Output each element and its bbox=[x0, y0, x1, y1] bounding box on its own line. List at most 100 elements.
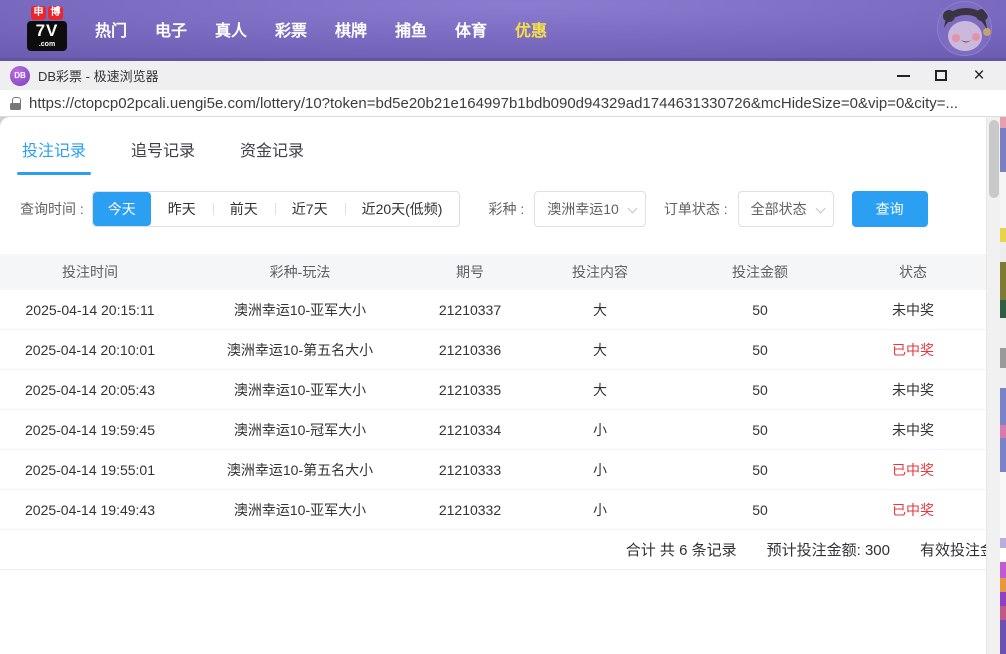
game-play: 澳洲幸运10-第五名大小 bbox=[180, 340, 420, 360]
issue: 21210333 bbox=[420, 462, 520, 478]
record-tabs: 投注记录 追号记录 资金记录 bbox=[0, 117, 986, 175]
chevron-down-icon bbox=[815, 204, 825, 214]
search-button[interactable]: 查询 bbox=[852, 191, 928, 227]
bet-amount: 50 bbox=[680, 382, 840, 398]
bet-content: 小 bbox=[520, 460, 680, 480]
game-play: 澳洲幸运10-冠军大小 bbox=[180, 420, 420, 440]
tab-bet-records[interactable]: 投注记录 bbox=[22, 137, 86, 175]
issue: 21210334 bbox=[420, 422, 520, 438]
nav-item-sports[interactable]: 体育 bbox=[455, 17, 487, 41]
nav-item-fishing[interactable]: 捕鱼 bbox=[395, 17, 427, 41]
bet-content: 大 bbox=[520, 340, 680, 360]
bet-amount: 50 bbox=[680, 422, 840, 438]
bet-content: 小 bbox=[520, 420, 680, 440]
browser-title-bar: DB DB彩票 - 极速浏览器 × bbox=[0, 58, 1006, 90]
minimize-icon bbox=[897, 75, 910, 77]
logo-badge-right: 博 bbox=[48, 6, 63, 20]
query-time-label: 查询时间 : bbox=[20, 199, 84, 219]
close-icon: × bbox=[973, 66, 984, 85]
casino-nav-bar: 申 博 7V .com 热门 电子 真人 彩票 棋牌 捕鱼 体育 优惠 bbox=[0, 0, 1006, 58]
valid-amount-text: 有效投注金额 bbox=[920, 539, 986, 560]
window-title: DB彩票 - 极速浏览器 bbox=[38, 66, 159, 85]
minimize-button[interactable] bbox=[884, 61, 922, 90]
table-row: 2025-04-14 19:49:43 澳洲幸运10-亚军大小 21210332… bbox=[0, 490, 986, 530]
maximize-icon bbox=[935, 70, 947, 81]
game-play: 澳洲幸运10-亚军大小 bbox=[180, 500, 420, 520]
tab-fund-records[interactable]: 资金记录 bbox=[240, 137, 304, 175]
user-avatar[interactable] bbox=[937, 1, 992, 56]
bet-time: 2025-04-14 20:05:43 bbox=[0, 382, 180, 398]
header-issue: 期号 bbox=[420, 262, 520, 282]
content-card: 投注记录 追号记录 资金记录 查询时间 : 今天 昨天 前天 近7天 近20天(… bbox=[0, 117, 986, 654]
header-bet-content: 投注内容 bbox=[520, 262, 680, 282]
lottery-type-select[interactable]: 澳洲幸运10 bbox=[534, 191, 646, 227]
browser-favicon: DB bbox=[10, 66, 30, 86]
time-option-today[interactable]: 今天 bbox=[93, 192, 151, 226]
total-records-text: 合计 共 6 条记录 bbox=[626, 539, 737, 560]
header-status: 状态 bbox=[840, 262, 986, 282]
status-badge: 已中奖 bbox=[840, 500, 986, 520]
game-play: 澳洲幸运10-亚军大小 bbox=[180, 300, 420, 320]
address-bar[interactable]: https://ctopcp02pcali.uengi5e.com/lotter… bbox=[0, 90, 1006, 117]
status-badge: 未中奖 bbox=[840, 300, 986, 320]
bet-time: 2025-04-14 19:55:01 bbox=[0, 462, 180, 478]
maximize-button[interactable] bbox=[922, 61, 960, 90]
bet-content: 小 bbox=[520, 500, 680, 520]
time-option-daybefore[interactable]: 前天 bbox=[213, 192, 275, 226]
time-option-yesterday[interactable]: 昨天 bbox=[151, 192, 213, 226]
expected-amount-text: 预计投注金额: 300 bbox=[767, 539, 890, 560]
lock-icon[interactable] bbox=[10, 97, 21, 110]
avatar-illustration bbox=[938, 2, 992, 56]
url-text[interactable]: https://ctopcp02pcali.uengi5e.com/lotter… bbox=[29, 95, 996, 112]
bet-time: 2025-04-14 20:15:11 bbox=[0, 302, 180, 318]
bet-content: 大 bbox=[520, 300, 680, 320]
bet-amount: 50 bbox=[680, 502, 840, 518]
filter-bar: 查询时间 : 今天 昨天 前天 近7天 近20天(低频) 彩种 : 澳洲幸运10… bbox=[0, 191, 986, 227]
scrollbar-thumb[interactable] bbox=[989, 120, 999, 198]
logo-badge-left: 申 bbox=[31, 6, 46, 20]
status-badge: 已中奖 bbox=[840, 460, 986, 480]
site-logo[interactable]: 申 博 7V .com bbox=[27, 6, 67, 51]
bet-time: 2025-04-14 20:10:01 bbox=[0, 342, 180, 358]
time-range-group: 今天 昨天 前天 近7天 近20天(低频) bbox=[92, 191, 461, 227]
clipped-side-widget bbox=[1000, 117, 1006, 654]
bet-amount: 50 bbox=[680, 302, 840, 318]
status-badge: 未中奖 bbox=[840, 420, 986, 440]
table-row: 2025-04-14 19:59:45 澳洲幸运10-冠军大小 21210334… bbox=[0, 410, 986, 450]
issue: 21210336 bbox=[420, 342, 520, 358]
game-play: 澳洲幸运10-第五名大小 bbox=[180, 460, 420, 480]
close-button[interactable]: × bbox=[960, 61, 998, 90]
nav-item-cards[interactable]: 棋牌 bbox=[335, 17, 367, 41]
window-controls: × bbox=[884, 61, 998, 90]
bet-time: 2025-04-14 19:49:43 bbox=[0, 502, 180, 518]
logo-badges: 申 博 bbox=[27, 6, 67, 20]
issue: 21210332 bbox=[420, 502, 520, 518]
table-row: 2025-04-14 20:15:11 澳洲幸运10-亚军大小 21210337… bbox=[0, 290, 986, 330]
nav-item-live[interactable]: 真人 bbox=[215, 17, 247, 41]
nav-item-lottery[interactable]: 彩票 bbox=[275, 17, 307, 41]
lottery-type-label: 彩种 : bbox=[488, 199, 524, 219]
nav-item-hot[interactable]: 热门 bbox=[95, 17, 127, 41]
header-bet-time: 投注时间 bbox=[0, 262, 180, 282]
nav-item-slots[interactable]: 电子 bbox=[155, 17, 187, 41]
nav-item-promo[interactable]: 优惠 bbox=[515, 17, 547, 41]
order-status-select[interactable]: 全部状态 bbox=[738, 191, 834, 227]
table-row: 2025-04-14 19:55:01 澳洲幸运10-第五名大小 2121033… bbox=[0, 450, 986, 490]
table-summary-row: 合计 共 6 条记录 预计投注金额: 300 有效投注金额 bbox=[0, 530, 986, 570]
nav-menu: 热门 电子 真人 彩票 棋牌 捕鱼 体育 优惠 bbox=[95, 0, 547, 58]
header-bet-amount: 投注金额 bbox=[680, 262, 840, 282]
tab-chase-records[interactable]: 追号记录 bbox=[131, 137, 195, 175]
chevron-down-icon bbox=[627, 204, 637, 214]
status-badge: 未中奖 bbox=[840, 380, 986, 400]
time-option-7days[interactable]: 近7天 bbox=[275, 192, 345, 226]
table-row: 2025-04-14 20:10:01 澳洲幸运10-第五名大小 2121033… bbox=[0, 330, 986, 370]
time-option-20days[interactable]: 近20天(低频) bbox=[345, 192, 460, 226]
order-status-label: 订单状态 : bbox=[664, 199, 728, 219]
header-game-play: 彩种-玩法 bbox=[180, 262, 420, 282]
vertical-scrollbar[interactable] bbox=[986, 117, 1000, 654]
bet-amount: 50 bbox=[680, 462, 840, 478]
logo-box: 7V .com bbox=[27, 21, 67, 51]
order-status-value: 全部状态 bbox=[751, 199, 807, 219]
bet-records-table: 投注时间 彩种-玩法 期号 投注内容 投注金额 状态 2025-04-14 20… bbox=[0, 254, 986, 570]
page-background: 投注记录 追号记录 资金记录 查询时间 : 今天 昨天 前天 近7天 近20天(… bbox=[0, 117, 1006, 654]
